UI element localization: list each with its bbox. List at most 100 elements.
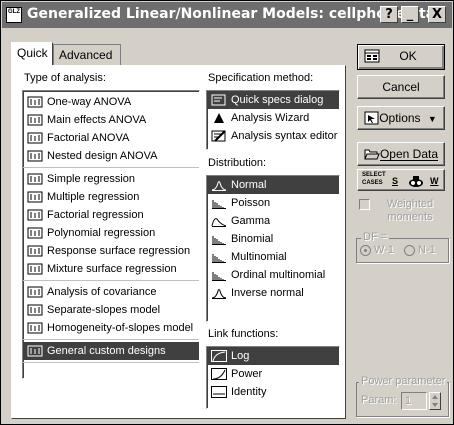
list-item-label: Simple regression: [47, 173, 136, 185]
analysis-group: General custom designs: [23, 340, 199, 363]
df-w1-label: W-1: [374, 244, 394, 256]
main-effects-icon: [27, 114, 43, 126]
list-item[interactable]: Analysis syntax editor: [207, 127, 339, 145]
open-data-button[interactable]: Open Data: [357, 142, 445, 166]
list-item-label: Gamma: [231, 215, 271, 227]
analysis-group: Analysis of covariance Separate-slopes mo…: [23, 281, 199, 340]
list-item-label: Inverse normal: [231, 287, 304, 299]
list-item[interactable]: Nested design ANOVA: [23, 147, 199, 165]
ok-label: OK: [399, 49, 417, 63]
factorial-anova-icon: [27, 132, 43, 144]
quick-tab-panel: Type of analysis: One-way ANOVA Main effe…: [11, 65, 346, 419]
weight-icon[interactable]: [408, 173, 424, 187]
specification-method-list[interactable]: Quick specs dialog Analysis Wizard Analysi…: [206, 90, 340, 150]
list-item-label: Analysis of covariance: [47, 286, 157, 298]
weighted-checkbox-box[interactable]: [359, 199, 370, 210]
separate-slopes-icon: [27, 304, 43, 316]
select-cases-row: SELECT CASES S W: [357, 169, 445, 191]
list-item-label: Multiple regression: [47, 191, 140, 203]
list-item-label: Nested design ANOVA: [47, 150, 158, 162]
cancel-label: Cancel: [382, 80, 420, 94]
wizard-icon: [214, 113, 224, 123]
list-item[interactable]: Simple regression: [23, 170, 199, 188]
distribution-list[interactable]: Normal Poisson Gamma Binomial Multinomial Ord…: [206, 175, 340, 322]
power-parameter-groupbox: Power parameter Param: 1: [356, 375, 449, 417]
quick-specs-icon: [211, 94, 226, 106]
ok-button[interactable]: OK: [357, 44, 445, 70]
close-button[interactable]: X: [428, 6, 446, 23]
list-item[interactable]: Polynomial regression: [23, 224, 199, 242]
list-item[interactable]: Analysis Wizard: [207, 109, 339, 127]
list-item[interactable]: Inverse normal: [207, 284, 339, 302]
analysis-type-list[interactable]: One-way ANOVA Main effects ANOVA Factorial…: [22, 90, 200, 379]
select-cases-button[interactable]: SELECT CASES: [362, 171, 386, 187]
list-item[interactable]: Binomial: [207, 230, 339, 248]
list-item[interactable]: Multinomial: [207, 248, 339, 266]
list-item[interactable]: Gamma: [207, 212, 339, 230]
covariance-icon: [27, 286, 43, 298]
list-item-label: Quick specs dialog: [231, 94, 324, 106]
list-item[interactable]: Quick specs dialog: [207, 91, 339, 109]
s-label[interactable]: S: [392, 170, 398, 192]
df-radio-n1[interactable]: [404, 245, 415, 256]
list-item[interactable]: Poisson: [207, 194, 339, 212]
list-item-label: Response surface regression: [47, 245, 191, 257]
list-item[interactable]: Separate-slopes model: [23, 301, 199, 319]
list-item-label: Mixture surface regression: [47, 263, 177, 275]
list-item-label: Homogeneity-of-slopes model: [47, 322, 194, 334]
options-button[interactable]: Options ▼: [357, 106, 445, 130]
options-icon: [364, 111, 379, 125]
list-item-label: Multinomial: [231, 251, 287, 263]
nested-design-icon: [27, 150, 43, 162]
simple-regression-icon: [27, 173, 43, 185]
w-label[interactable]: W: [430, 170, 439, 192]
analysis-group: One-way ANOVA Main effects ANOVA Factorial…: [23, 91, 199, 168]
list-item-label: Separate-slopes model: [47, 304, 161, 316]
list-item[interactable]: Main effects ANOVA: [23, 111, 199, 129]
param-spinner[interactable]: [429, 392, 441, 410]
app-icon: GLZ: [6, 7, 22, 23]
list-item-label: Power: [231, 368, 263, 380]
ordinal-multinomial-icon: [212, 272, 226, 281]
df-radio-w1[interactable]: [360, 245, 371, 256]
cancel-button[interactable]: Cancel: [357, 75, 445, 99]
list-item[interactable]: Analysis of covariance: [23, 283, 199, 301]
link-functions-label: Link functions:: [208, 328, 279, 340]
list-item-label: Main effects ANOVA: [47, 114, 147, 126]
param-input[interactable]: 1: [401, 392, 427, 410]
options-label: Options: [379, 111, 421, 125]
list-item-label: General custom designs: [47, 345, 166, 357]
list-item[interactable]: Response surface regression: [23, 242, 199, 260]
list-item[interactable]: Factorial regression: [23, 206, 199, 224]
list-item[interactable]: Mixture surface regression: [23, 260, 199, 278]
list-item[interactable]: Power: [207, 365, 339, 383]
list-item[interactable]: Multiple regression: [23, 188, 199, 206]
list-item[interactable]: Identity: [207, 383, 339, 401]
inverse-normal-icon: [211, 289, 227, 299]
tab-advanced[interactable]: Advanced: [53, 44, 121, 66]
response-surface-icon: [27, 245, 43, 257]
list-item-label: Polynomial regression: [47, 227, 156, 239]
link-functions-list[interactable]: Log Power Identity: [206, 346, 340, 409]
dialog-window: GLZ Generalized Linear/Nonlinear Models:…: [0, 0, 454, 425]
tab-quick[interactable]: Quick: [11, 42, 53, 66]
list-item[interactable]: Ordinal multinomial: [207, 266, 339, 284]
minimize-button[interactable]: _: [401, 6, 419, 23]
list-item[interactable]: Factorial ANOVA: [23, 129, 199, 147]
polynomial-regression-icon: [27, 227, 43, 239]
weighted-moments-checkbox[interactable]: Weighted moments: [357, 198, 449, 228]
title-bar[interactable]: GLZ Generalized Linear/Nonlinear Models:…: [2, 2, 452, 28]
multiple-regression-icon: [27, 191, 43, 203]
ok-icon: [364, 49, 380, 63]
list-item[interactable]: Homogeneity-of-slopes model: [23, 319, 199, 337]
list-item[interactable]: General custom designs: [23, 342, 199, 360]
identity-link-icon: [211, 386, 227, 398]
list-item[interactable]: Log: [207, 347, 339, 365]
binomial-dist-icon: [212, 236, 226, 245]
help-button[interactable]: ?: [380, 6, 398, 23]
list-item[interactable]: One-way ANOVA: [23, 93, 199, 111]
list-item-label: Binomial: [231, 233, 274, 245]
analysis-type-label: Type of analysis:: [24, 72, 106, 84]
normal-dist-icon: [211, 181, 227, 191]
list-item[interactable]: Normal: [207, 176, 339, 194]
